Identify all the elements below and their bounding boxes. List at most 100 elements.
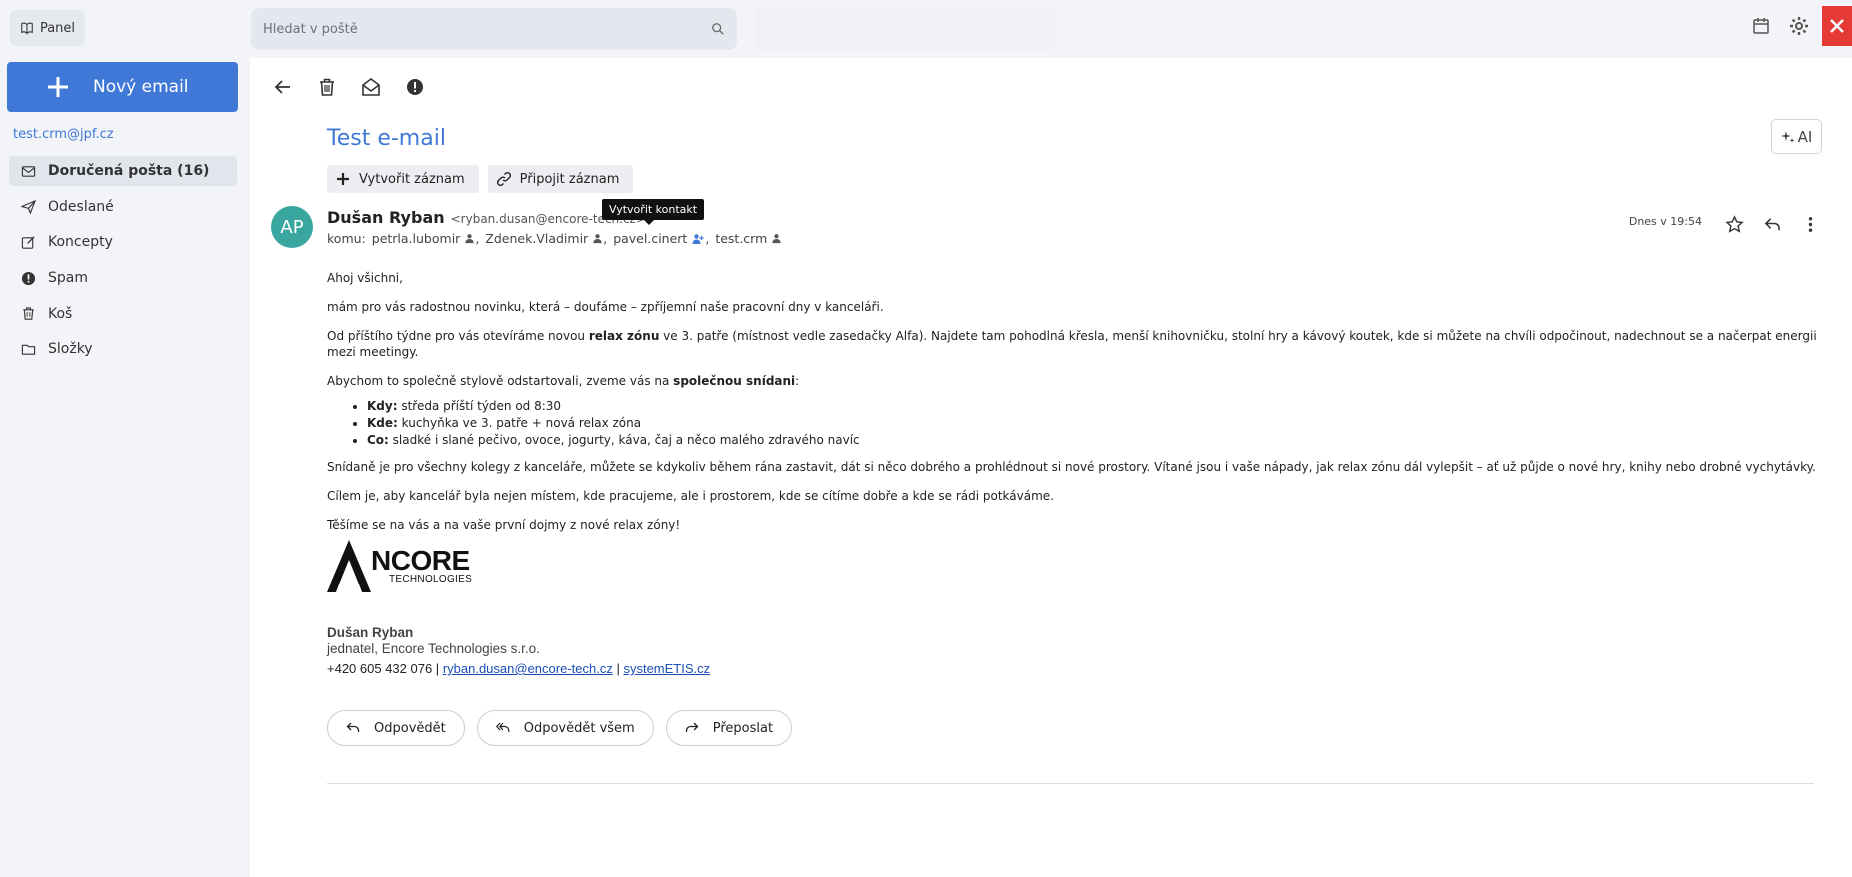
book-icon	[21, 22, 33, 35]
sidebar-item-label: Doručená pošta (16)	[48, 163, 210, 179]
folder-icon	[21, 344, 36, 355]
divider	[327, 783, 1814, 784]
star-button[interactable]	[1716, 206, 1752, 242]
logo-main-text: NCORE	[371, 545, 470, 576]
more-button[interactable]	[1792, 206, 1828, 242]
settings-button[interactable]	[1780, 7, 1818, 45]
list-item: Co: sladké i slané pečivo, ovoce, jogurt…	[367, 432, 1827, 449]
inbox-icon	[21, 165, 36, 177]
reply-bottom-button[interactable]: Odpovědět	[327, 710, 465, 746]
logo-sub-text: TECHNOLOGIES	[389, 574, 473, 585]
panel-label: Panel	[39, 20, 76, 36]
sidebar-item-label: Spam	[48, 270, 88, 287]
signature-web-link[interactable]: systemETIS.cz	[623, 661, 710, 676]
person-icon[interactable]	[464, 233, 475, 244]
calendar-button[interactable]	[1742, 7, 1780, 45]
plus-icon	[48, 77, 68, 97]
reply-label: Odpovědět	[374, 720, 446, 736]
signature-phone: +420 605 432 076 |	[327, 661, 440, 676]
delete-button[interactable]	[308, 68, 346, 106]
ai-label: AI	[1797, 127, 1813, 146]
reply-button[interactable]	[1754, 206, 1790, 242]
details-list: Kdy: středa příští týden od 8:30 Kde: ku…	[367, 398, 1827, 449]
sidebar-item-folders[interactable]: Složky	[9, 334, 237, 364]
message-date: Dnes v 19:54	[1628, 215, 1702, 228]
trash-icon	[23, 307, 34, 320]
list-item: Kdy: středa příští týden od 8:30	[367, 398, 1827, 415]
trash-icon	[320, 78, 334, 96]
greeting: Ahoj všichni,	[327, 271, 403, 285]
link-icon	[496, 172, 511, 186]
star-icon	[1724, 214, 1744, 233]
person-icon[interactable]	[771, 233, 782, 244]
search-icon[interactable]	[711, 22, 725, 36]
recipient-name: Zdenek.Vladimir	[485, 231, 589, 246]
sidebar-item-trash[interactable]: Koš	[9, 299, 237, 329]
top-bar: Panel	[0, 0, 1852, 58]
mark-unread-button[interactable]	[352, 68, 390, 106]
plus-icon	[337, 173, 349, 185]
message-actions	[1716, 206, 1828, 242]
logo-mark-icon	[327, 540, 371, 592]
signature-email-link[interactable]: ryban.dusan@encore-tech.cz	[443, 661, 613, 676]
body-paragraph: mám pro vás radostnou novinku, která – d…	[327, 300, 884, 314]
forward-button[interactable]: Přeposlat	[665, 710, 793, 746]
reply-actions: Odpovědět Odpovědět všem Přeposlat	[327, 710, 793, 746]
signature-title: jednatel, Encore Technologies s.r.o.	[327, 641, 540, 656]
folder-nav: Doručená pošta (16) Odeslané Koncepty Sp…	[9, 156, 237, 370]
more-vertical-icon	[1808, 216, 1812, 232]
recipient-name: petrla.lubomir	[371, 231, 461, 246]
create-record-label: Vytvořit záznam	[359, 171, 465, 187]
secondary-search-box[interactable]	[755, 8, 1057, 50]
sidebar-item-label: Koš	[48, 305, 73, 322]
spam-icon	[21, 271, 36, 285]
forward-label: Přeposlat	[712, 720, 774, 736]
body-paragraph: Těšíme se na vás a na vaše první dojmy z…	[327, 518, 681, 532]
sidebar-item-inbox[interactable]: Doručená pošta (16)	[9, 156, 237, 186]
recipient-chip[interactable]: pavel.cinert	[613, 231, 705, 246]
reply-all-button[interactable]: Odpovědět všem	[476, 710, 654, 746]
search-box	[251, 8, 737, 50]
sidebar-item-spam[interactable]: Spam	[9, 263, 237, 293]
message-subject: Test e-mail	[327, 126, 446, 151]
message-body: Ahoj všichni, mám pro vás radostnou novi…	[327, 270, 1827, 546]
envelope-open-icon	[362, 78, 380, 96]
recipient-name: pavel.cinert	[613, 231, 688, 246]
reply-all-icon	[495, 722, 510, 732]
signature-separator: |	[616, 661, 620, 676]
recipient-chip[interactable]: test.crm	[715, 231, 782, 246]
reply-icon	[1764, 217, 1780, 230]
signature-name: Dušan Ryban	[327, 625, 414, 640]
spam-icon	[407, 79, 423, 95]
sidebar-item-label: Odeslané	[48, 198, 114, 215]
sidebar-item-drafts[interactable]: Koncepty	[9, 227, 237, 257]
body-paragraph: Snídaně je pro všechny kolegy z kancelář…	[327, 460, 1816, 474]
recipient-name: test.crm	[715, 231, 768, 246]
account-email[interactable]: test.crm@jpf.cz	[13, 127, 114, 142]
ai-button[interactable]: AI	[1771, 119, 1822, 154]
panel-button[interactable]: Panel	[10, 10, 85, 46]
gear-icon	[1790, 17, 1808, 35]
create-record-button[interactable]: Vytvořit záznam	[327, 165, 479, 193]
forward-icon	[685, 722, 699, 732]
report-spam-button[interactable]	[396, 68, 434, 106]
close-button[interactable]	[1822, 6, 1852, 46]
sidebar-item-label: Složky	[48, 341, 93, 358]
new-email-button[interactable]: Nový email	[7, 62, 238, 112]
avatar: AP	[271, 206, 313, 248]
attach-record-button[interactable]: Připojit záznam	[487, 165, 634, 193]
recipient-chip[interactable]: petrla.lubomir	[372, 231, 476, 246]
search-input[interactable]	[263, 21, 711, 37]
message-view: AI Test e-mail Vytvořit záznam Připojit …	[250, 58, 1852, 877]
person-add-icon[interactable]	[691, 233, 705, 245]
sender-name: Dušan Ryban	[327, 208, 445, 227]
signature-contact: +420 605 432 076 | ryban.dusan@encore-te…	[327, 661, 710, 677]
person-icon[interactable]	[592, 233, 603, 244]
sidebar-item-sent[interactable]: Odeslané	[9, 192, 237, 222]
back-button[interactable]	[264, 68, 302, 106]
recipient-chip[interactable]: Zdenek.Vladimir	[485, 231, 603, 246]
list-item: Kde: kuchyňka ve 3. patře + nová relax z…	[367, 415, 1827, 432]
body-paragraph: Od příštího týdne pro vás otevíráme novo…	[327, 329, 1817, 359]
company-logo: NCORE TECHNOLOGIES	[327, 540, 472, 592]
signature: Dušan Ryban jednatel, Encore Technologie…	[327, 625, 710, 677]
